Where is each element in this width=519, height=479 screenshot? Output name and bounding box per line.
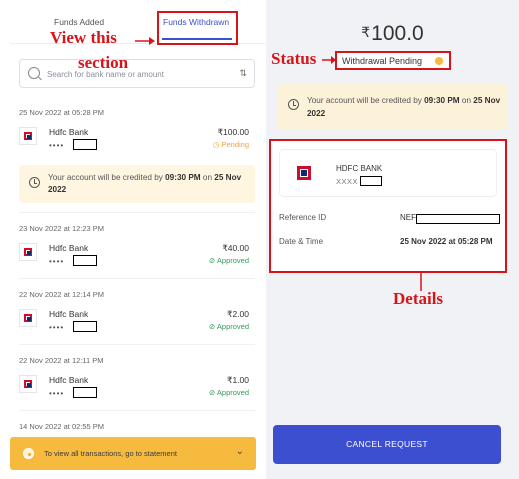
hdfc-logo-icon [19, 127, 37, 145]
account-mask: •••• [49, 257, 65, 266]
status-badge: ⊘ Approved [208, 388, 249, 397]
redacted-account-number [73, 255, 97, 266]
annotation-view-section: View this [50, 28, 117, 47]
statement-banner[interactable]: To view all transactions, go to statemen… [10, 437, 256, 470]
clock-icon [288, 99, 299, 110]
chevron-down-icon[interactable]: ⌄ [236, 446, 244, 457]
withdrawal-amount: ₹100.0 [361, 22, 424, 45]
annotation-arrow [135, 37, 155, 45]
hdfc-logo-icon [19, 243, 37, 261]
transaction-row[interactable]: Hdfc Bank •••• ₹100.00 ◷ Pending [19, 127, 255, 167]
pending-dot-icon [435, 57, 443, 65]
check-circle-icon: ⊘ [208, 256, 217, 265]
datetime-value: 25 Nov 2022 at 05:28 PM [400, 237, 493, 246]
status-badge: ⊘ Approved [208, 256, 249, 265]
check-circle-icon: ⊘ [208, 388, 217, 397]
sort-icon[interactable]: ⇅ [239, 68, 246, 79]
transaction-amount: ₹100.00 [217, 127, 249, 137]
redacted-account-number [73, 139, 97, 150]
transaction-amount: ₹40.00 [222, 243, 249, 253]
bank-name: HDFC BANK [336, 164, 383, 173]
bank-name: Hdfc Bank [49, 375, 89, 385]
info-icon [23, 448, 34, 459]
clock-icon [29, 177, 40, 188]
hdfc-logo-icon [19, 309, 37, 327]
account-mask: •••• [49, 389, 65, 398]
transaction-row[interactable]: Hdfc Bank •••• ₹1.00 ⊘ Approved [19, 375, 255, 415]
bank-name: Hdfc Bank [49, 309, 89, 319]
divider [19, 278, 255, 279]
status-badge: ⊘ Approved [208, 322, 249, 331]
datetime-label: Date & Time [279, 237, 324, 246]
bank-name: Hdfc Bank [49, 243, 89, 253]
redacted-reference-id [416, 214, 500, 224]
transaction-date: 23 Nov 2022 at 12:23 PM [19, 224, 105, 233]
withdrawal-details: HDFC BANK XXXX Reference ID NEFT Date & … [269, 139, 507, 273]
cancel-request-button[interactable]: CANCEL REQUEST [273, 425, 501, 464]
annotation-view-section-2: section [78, 53, 129, 72]
transaction-date: 14 Nov 2022 at 02:55 PM [19, 422, 105, 431]
divider [19, 212, 255, 213]
transaction-date: 22 Nov 2022 at 12:11 PM [19, 356, 104, 365]
screen: Funds Added Funds Withdrawn Search for b… [0, 0, 519, 479]
credit-notice: Your account will be credited by 09:30 P… [278, 84, 508, 130]
redacted-account-number [360, 176, 382, 186]
transaction-date: 25 Nov 2022 at 05:28 PM [19, 108, 105, 117]
status-badge: ◷ Pending [212, 140, 249, 149]
transaction-amount: ₹2.00 [227, 309, 249, 319]
funds-history-panel: Funds Added Funds Withdrawn Search for b… [10, 0, 266, 479]
statement-banner-text: To view all transactions, go to statemen… [44, 449, 177, 458]
annotation-arrow [322, 56, 336, 64]
divider [19, 410, 255, 411]
redacted-account-number [73, 321, 97, 332]
credit-notice-text: Your account will be credited by 09:30 P… [48, 173, 242, 194]
divider [19, 344, 255, 345]
credit-notice: Your account will be credited by 09:30 P… [19, 165, 255, 203]
bank-card: HDFC BANK XXXX [279, 149, 497, 197]
account-mask: XXXX [336, 177, 359, 186]
credit-notice-text: Your account will be credited by 09:30 P… [307, 96, 501, 118]
transaction-row[interactable]: Hdfc Bank •••• ₹2.00 ⊘ Approved [19, 309, 255, 349]
search-bar[interactable]: Search for bank name or amount ⇅ [19, 59, 255, 88]
account-mask: •••• [49, 323, 65, 332]
annotation-status: Status [271, 49, 317, 68]
hdfc-logo-icon [19, 375, 37, 393]
transaction-amount: ₹1.00 [227, 375, 249, 385]
search-icon [28, 67, 40, 79]
annotation-highlight-box-tab [157, 11, 238, 45]
transaction-date: 22 Nov 2022 at 12:14 PM [19, 290, 105, 299]
withdrawal-detail-panel: ₹100.0 Withdrawal Pending Your account w… [266, 0, 519, 479]
annotation-details: Details [393, 289, 444, 308]
account-mask: •••• [49, 141, 65, 150]
check-circle-icon: ⊘ [208, 322, 217, 331]
tab-funds-added[interactable]: Funds Added [54, 17, 104, 27]
reference-id-label: Reference ID [279, 213, 327, 222]
transaction-row[interactable]: Hdfc Bank •••• ₹40.00 ⊘ Approved [19, 243, 255, 283]
redacted-account-number [73, 387, 97, 398]
bank-name: Hdfc Bank [49, 127, 89, 137]
withdrawal-status-badge: Withdrawal Pending [335, 51, 451, 70]
